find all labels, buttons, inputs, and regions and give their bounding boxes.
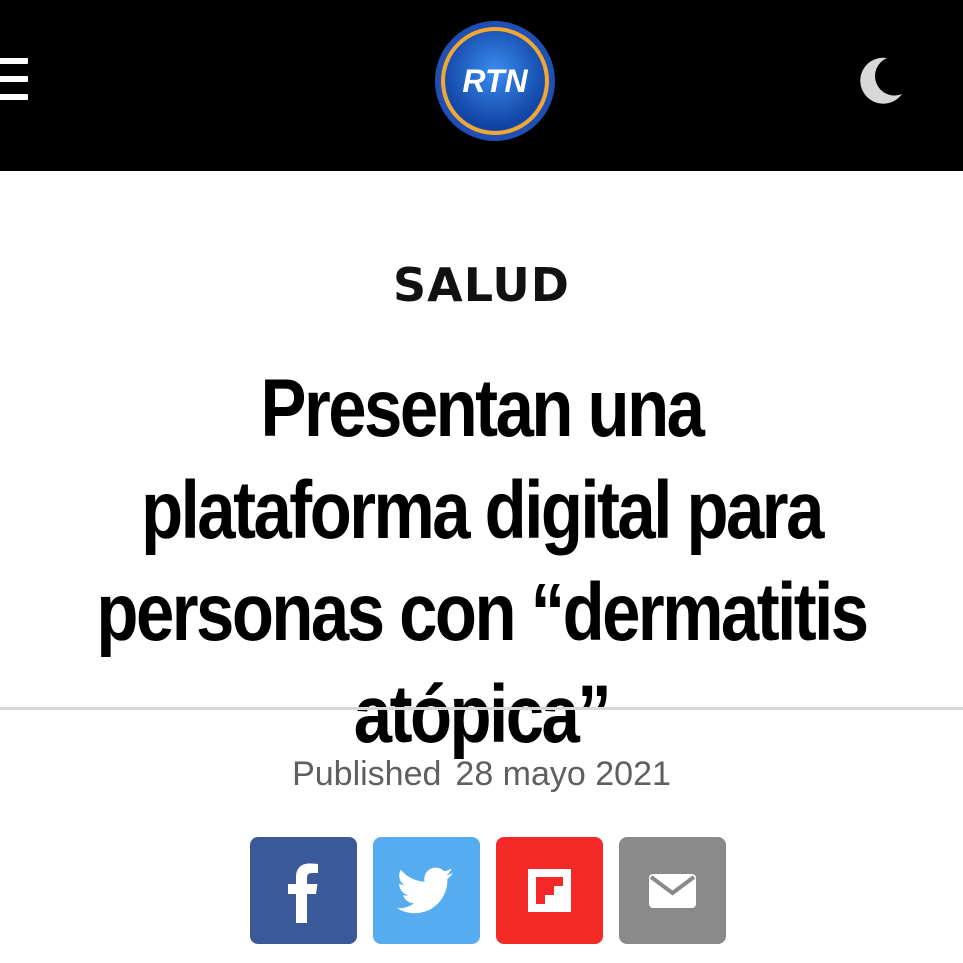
hamburger-menu-icon[interactable] <box>0 58 28 104</box>
divider <box>0 707 963 710</box>
menu-line <box>0 76 28 82</box>
published-label: Published <box>292 755 442 793</box>
article-title: Presentan una plataforma digital para pe… <box>96 363 869 760</box>
logo-text: RTN <box>462 63 528 99</box>
rtn-logo[interactable]: RTN <box>434 20 556 142</box>
twitter-icon <box>396 867 453 914</box>
menu-line <box>0 58 28 64</box>
flipboard-icon <box>528 869 571 912</box>
facebook-icon <box>288 863 318 923</box>
article-category[interactable]: SALUD <box>0 254 963 316</box>
top-navbar: RTN <box>0 0 963 171</box>
dark-mode-moon-icon[interactable] <box>852 52 908 108</box>
envelope-icon <box>649 874 696 908</box>
menu-line <box>0 94 28 100</box>
share-flipboard-button[interactable] <box>496 837 603 944</box>
share-facebook-button[interactable] <box>250 837 357 944</box>
published-date: 28 mayo 2021 <box>455 755 671 793</box>
publish-info: Published 28 mayo 2021 <box>0 752 963 796</box>
share-email-button[interactable] <box>619 837 726 944</box>
share-twitter-button[interactable] <box>373 837 480 944</box>
